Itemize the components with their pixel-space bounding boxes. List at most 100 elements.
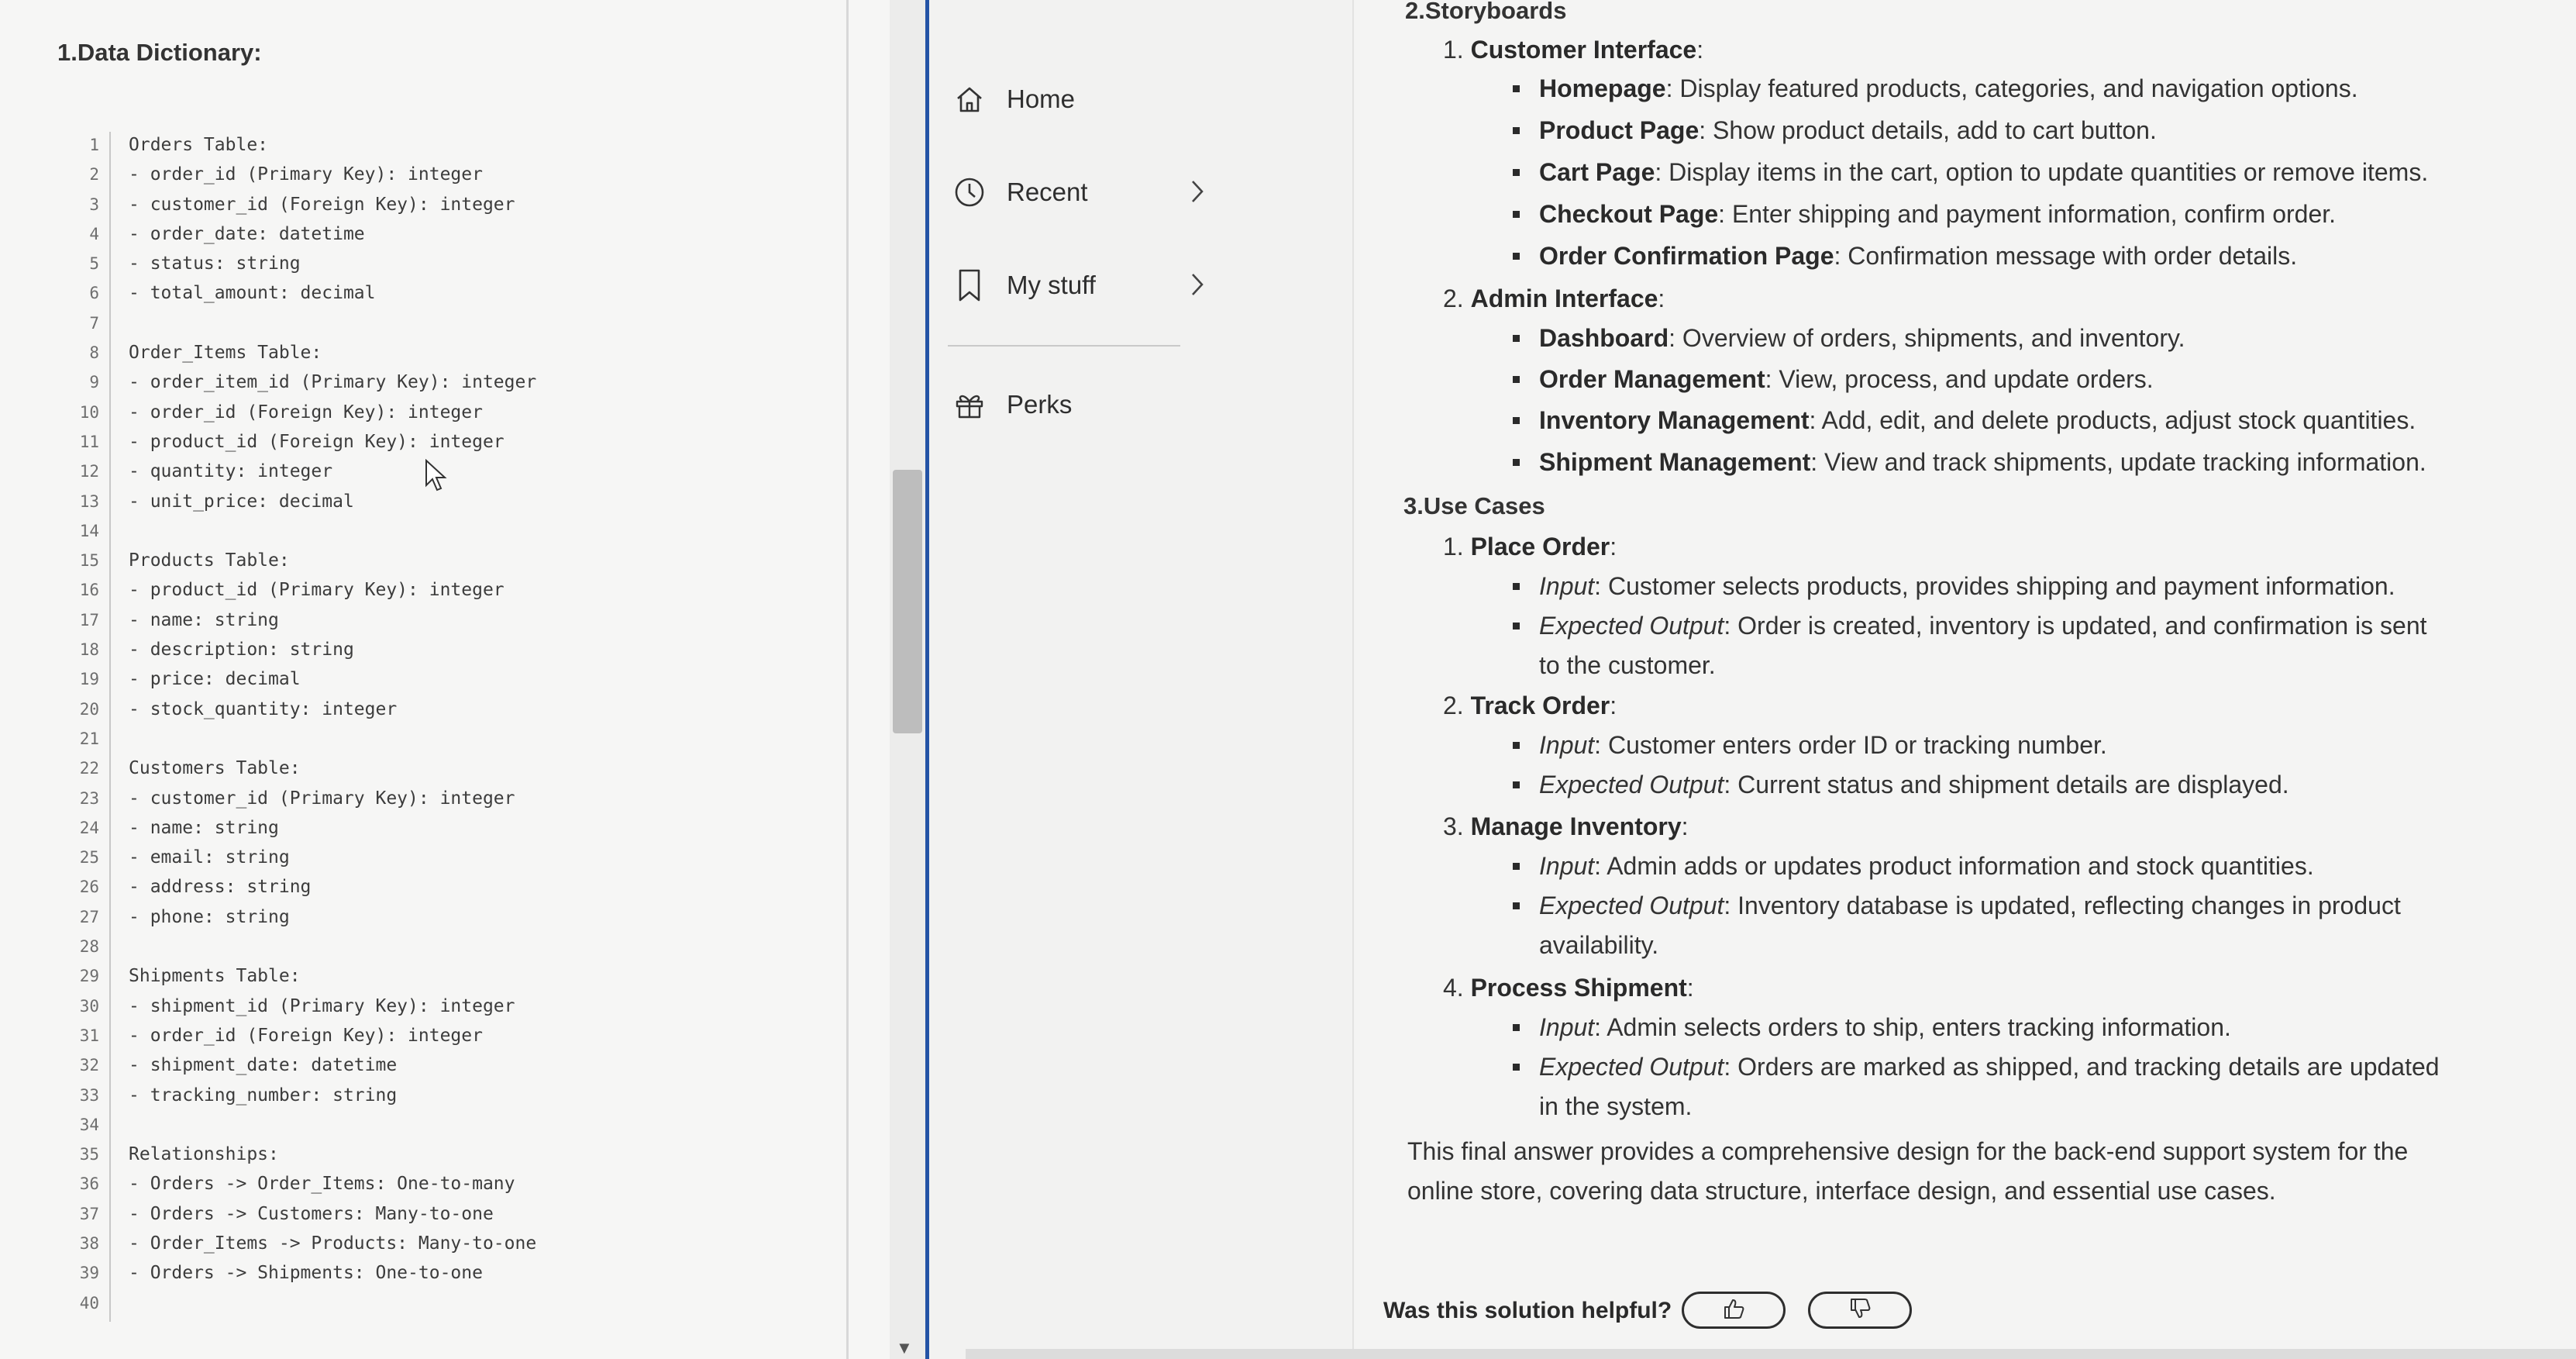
line-number: 29 (79, 967, 99, 986)
admin-interface-heading: 2. Admin Interface: (1443, 285, 1665, 312)
code-text: Shipments Table: (129, 966, 301, 987)
use-case-input: Input: Admin adds or updates product inf… (1539, 852, 2314, 880)
code-line: 2 - order_id (Primary Key): integer (0, 160, 852, 189)
storyboard-item: Shipment Management: View and track ship… (1539, 447, 2426, 478)
use-case-heading: 4. Process Shipment: (1443, 974, 1694, 1002)
description: : View, process, and update orders. (1765, 365, 2154, 393)
code-line: 21 (0, 724, 852, 754)
nav-item-recent[interactable]: Recent (952, 169, 1340, 216)
code-editor[interactable]: 1 Orders Table: 2 - order_id (Primary Key):… (0, 130, 852, 1318)
code-line: 29 Shipments Table: (0, 961, 852, 991)
code-line: 17 - name: string (0, 605, 852, 635)
storyboard-item: Homepage: Display featured products, cat… (1539, 73, 2358, 104)
code-text: - order_date: datetime (129, 223, 365, 244)
code-line: 37 - Orders -> Customers: Many-to-one (0, 1199, 852, 1229)
use-case-output: Expected Output: Current status and ship… (1539, 771, 2289, 798)
nav-label-home: Home (1007, 85, 1076, 113)
code-line: 16 - product_id (Primary Key): integer (0, 575, 852, 605)
code-text: - order_id (Foreign Key): integer (129, 1025, 483, 1046)
line-number: 18 (79, 640, 99, 660)
code-text: - shipment_id (Primary Key): integer (129, 995, 515, 1016)
code-text: - total_amount: decimal (129, 283, 376, 304)
code-text: Products Table: (129, 550, 290, 571)
term: Checkout Page (1539, 200, 1719, 228)
code-line: 38 - Order_Items -> Products: Many-to-one (0, 1229, 852, 1258)
scroll-down-icon[interactable]: ▼ (896, 1338, 913, 1358)
term: Dashboard (1539, 324, 1669, 352)
use-case-heading: 1. Place Order: (1443, 533, 1617, 561)
storyboard-item: Cart Page: Display items in the cart, op… (1539, 157, 2428, 188)
storyboard-item: Order Management: View, process, and upd… (1539, 364, 2154, 395)
code-line: 31 - order_id (Foreign Key): integer (0, 1021, 852, 1050)
customer-interface-heading: 1. Customer Interface: (1443, 36, 1704, 64)
code-text: - status: string (129, 254, 301, 274)
code-text: - name: string (129, 817, 279, 838)
code-line: 30 - shipment_id (Primary Key): integer (0, 992, 852, 1021)
storyboards-title: 2.Storyboards (1405, 0, 1567, 24)
code-line: 27 - phone: string (0, 902, 852, 932)
nav-item-my-stuff[interactable]: My stuff (952, 262, 1340, 309)
code-line: 7 (0, 309, 852, 338)
code-text: - unit_price: decimal (129, 491, 354, 512)
storyboard-item: Checkout Page: Enter shipping and paymen… (1539, 198, 2336, 229)
bullet-marker (1513, 583, 1520, 590)
use-case-input: Input: Customer enters order ID or track… (1539, 731, 2107, 759)
term: Inventory Management (1539, 406, 1810, 434)
code-text: Orders Table: (129, 135, 269, 155)
use-case-output-continued: availability. (1539, 931, 1659, 959)
line-number: 27 (79, 907, 99, 926)
line-number: 19 (79, 670, 99, 689)
line-number: 3 (89, 195, 99, 214)
use-case-input: Input: Customer selects products, provid… (1539, 572, 2395, 600)
code-text: - description: string (129, 640, 354, 661)
home-icon (952, 82, 987, 116)
bullet-marker (1513, 417, 1520, 424)
term: Product Page (1539, 116, 1700, 144)
description: : Display items in the cart, option to u… (1655, 158, 2429, 186)
nav-item-home[interactable]: Home (952, 76, 1340, 122)
code-text: Customers Table: (129, 758, 301, 779)
code-line: 18 - description: string (0, 635, 852, 664)
code-pane: 1.Data Dictionary: 1 Orders Table: 2 - orde… (0, 0, 926, 1359)
code-line: 1 Orders Table: (0, 130, 852, 160)
line-number: 23 (79, 788, 99, 808)
use-case-output: Expected Output: Inventory database is u… (1539, 892, 2401, 919)
scrollbar-thumb[interactable] (893, 470, 922, 733)
code-text: - Orders -> Order_Items: One-to-many (129, 1174, 515, 1195)
code-line: 8 Order_Items Table: (0, 338, 852, 367)
line-number: 35 (79, 1145, 99, 1164)
description: : Show product details, add to cart butt… (1699, 116, 2157, 144)
line-number: 15 (79, 551, 99, 571)
nav-item-perks[interactable]: Perks (952, 381, 1340, 428)
line-number: 25 (79, 848, 99, 867)
horizontal-scrollbar[interactable] (966, 1349, 2576, 1359)
summary-text-line-1: This final answer provides a comprehensi… (1407, 1137, 2409, 1165)
use-case-output: Expected Output: Order is created, inven… (1539, 612, 2427, 640)
line-number: 40 (79, 1293, 99, 1312)
code-text: - product_id (Primary Key): integer (129, 580, 505, 601)
gift-icon (952, 388, 987, 422)
code-line: 35 Relationships: (0, 1140, 852, 1169)
summary-text-line-2: online store, covering data structure, i… (1407, 1177, 2276, 1205)
code-text: - order_id (Foreign Key): integer (129, 402, 483, 423)
code-text: - customer_id (Primary Key): integer (129, 788, 515, 809)
code-line: 10 - order_id (Foreign Key): integer (0, 398, 852, 427)
line-number: 1 (89, 136, 99, 154)
thumbs-down-icon (1848, 1297, 1872, 1324)
code-line: 34 (0, 1110, 852, 1140)
nav-label-perks: Perks (1007, 390, 1073, 419)
code-text: Order_Items Table: (129, 343, 322, 364)
line-number: 2 (89, 165, 99, 185)
use-case-heading: 2. Track Order: (1443, 692, 1617, 719)
line-number: 26 (79, 878, 99, 897)
bookmark-icon (952, 268, 987, 302)
code-line: 36 - Orders -> Order_Items: One-to-many (0, 1169, 852, 1199)
description: : Add, edit, and delete products, adjust… (1809, 406, 2416, 434)
thumbs-down-button[interactable] (1808, 1292, 1912, 1329)
line-number: 13 (79, 492, 99, 511)
bullet-marker (1513, 127, 1520, 134)
line-number: 37 (79, 1204, 99, 1223)
line-number: 21 (79, 729, 99, 748)
thumbs-up-button[interactable] (1682, 1292, 1786, 1329)
line-number: 20 (79, 699, 99, 719)
